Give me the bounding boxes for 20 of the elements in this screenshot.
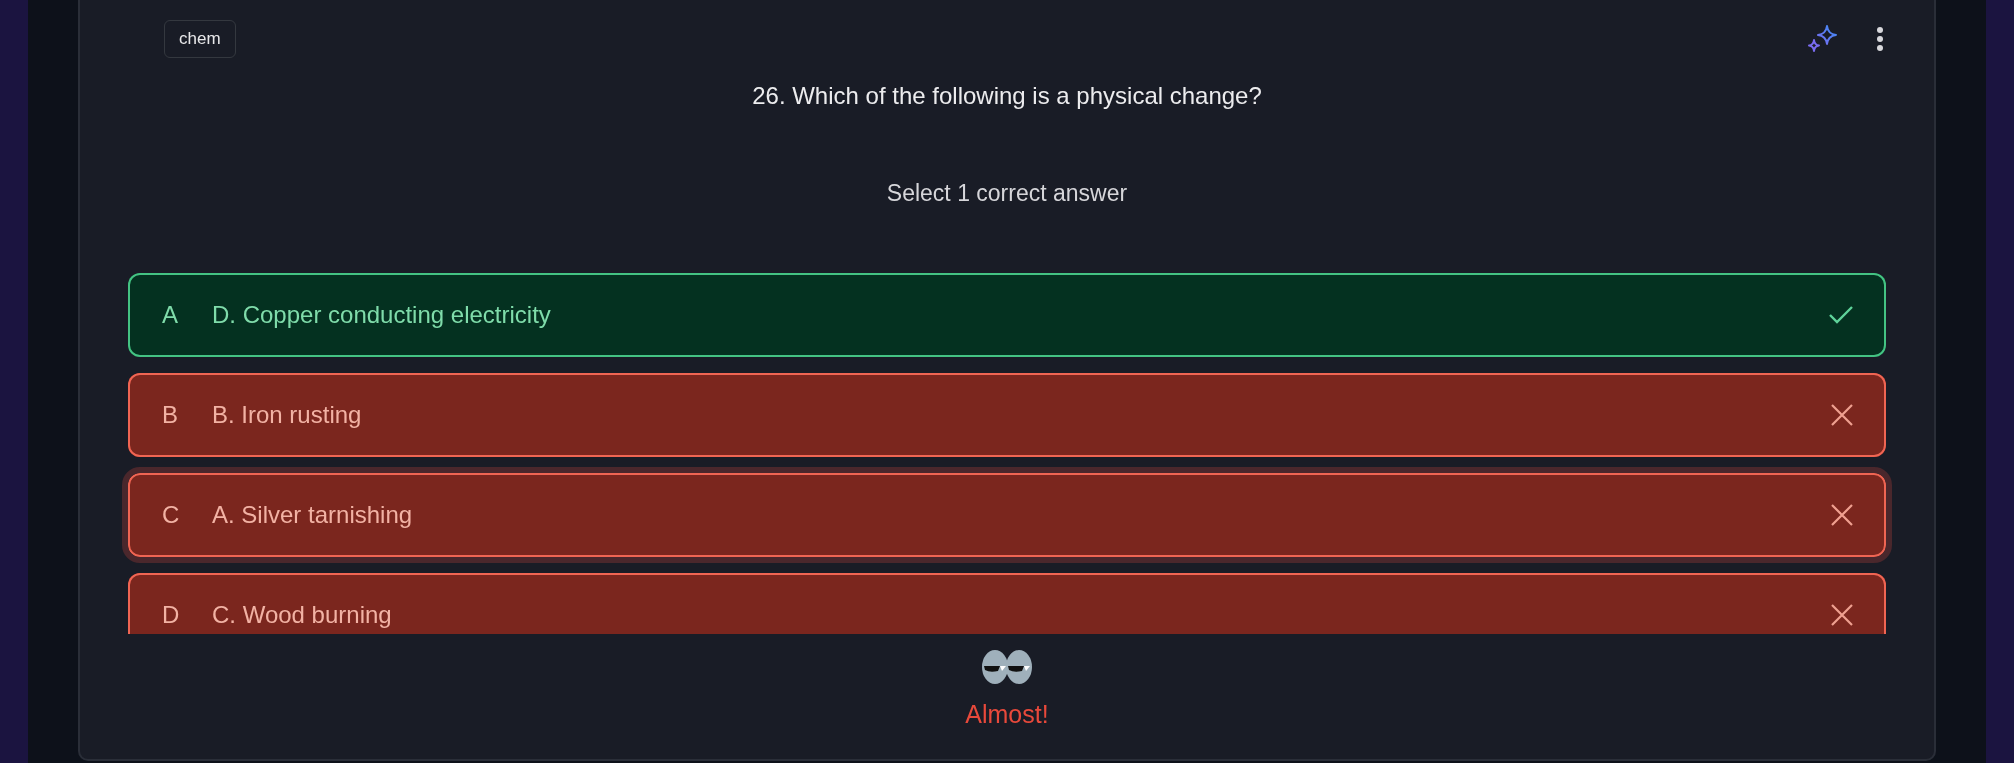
question-text: 26. Which of the following is a physical change?	[752, 82, 1262, 110]
option-letter: B	[162, 401, 179, 429]
option-text: C. Wood burning	[212, 601, 393, 629]
answer-option[interactable]: C A. Silver tarnishing	[122, 467, 1892, 563]
close-icon	[1830, 603, 1854, 627]
instruction-text: Select 1 correct answer	[886, 180, 1128, 207]
more-options-icon[interactable]	[1876, 26, 1884, 52]
feedback-text: Almost!	[965, 700, 1049, 729]
option-letter: D	[162, 601, 181, 629]
option-letter: A	[162, 301, 179, 329]
option-text: A. Silver tarnishing	[212, 501, 414, 529]
option-text: D. Copper conducting electricity	[212, 301, 552, 329]
option-text: B. Iron rusting	[212, 401, 363, 429]
checkmark-icon	[1828, 305, 1854, 325]
sparkle-icon[interactable]	[1808, 24, 1838, 54]
subject-tag: chem	[164, 20, 236, 58]
option-letter: C	[162, 501, 181, 529]
eyes-icon	[980, 648, 1034, 686]
close-icon	[1830, 503, 1854, 527]
close-icon	[1830, 403, 1854, 427]
